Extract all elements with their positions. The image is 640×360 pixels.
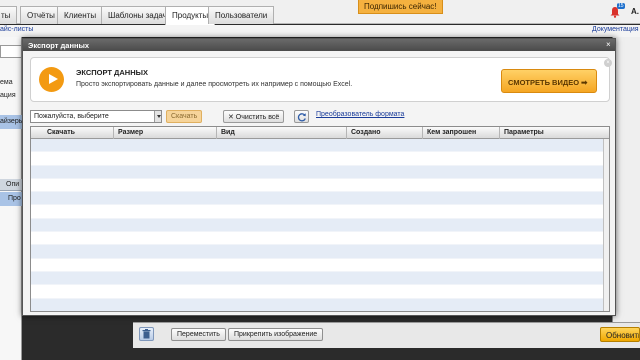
table-row <box>31 139 609 153</box>
table-row <box>31 285 609 299</box>
close-icon[interactable]: × <box>606 40 611 49</box>
table-row <box>31 298 609 311</box>
table-row <box>31 232 609 246</box>
bottom-toolbar: Переместить Прикрепить изображение <box>133 322 640 348</box>
column-requested-by[interactable]: Кем запрошен <box>423 127 500 139</box>
dialog-title: Экспорт данных <box>23 39 615 51</box>
documentation-link[interactable]: Документация <box>592 26 639 33</box>
clear-all-button[interactable]: ✕ Очистить всё <box>223 110 285 123</box>
export-type-select[interactable]: Пожалуйста, выберите <box>30 110 162 123</box>
play-icon[interactable] <box>39 67 64 92</box>
tab-task-templates[interactable]: Шаблоны задач <box>101 6 174 24</box>
left-table-header: Опи <box>0 179 22 191</box>
column-created[interactable]: Создано <box>347 127 423 139</box>
table-row <box>31 258 609 272</box>
attach-image-button[interactable]: Прикрепить изображение <box>228 328 324 341</box>
export-toolbar: Пожалуйста, выберите Скачать ✕ Очистить … <box>30 110 610 124</box>
table-row <box>31 271 609 286</box>
export-data-dialog: Экспорт данных × ЭКСПОРТ ДАННЫХ Просто э… <box>22 38 616 316</box>
tab-partial[interactable]: ты <box>0 6 18 24</box>
chevron-down-icon[interactable] <box>154 111 161 122</box>
table-row <box>31 178 609 193</box>
table-body <box>31 139 609 311</box>
table-scrollbar[interactable] <box>603 139 609 311</box>
table-row <box>31 152 609 166</box>
promo-close-icon[interactable]: × <box>604 59 612 67</box>
left-panel-input[interactable] <box>0 45 22 58</box>
move-button[interactable]: Переместить <box>171 328 226 341</box>
promo-banner: ЭКСПОРТ ДАННЫХ Просто экспортировать дан… <box>30 57 612 102</box>
price-lists-link[interactable]: айс-листы <box>0 26 33 33</box>
left-table-selected-row[interactable]: Про <box>0 192 22 206</box>
promo-heading: ЭКСПОРТ ДАННЫХ <box>76 68 148 77</box>
column-parameters[interactable]: Параметры <box>500 127 609 139</box>
left-panel-item[interactable]: ация <box>0 92 16 99</box>
subscribe-button[interactable]: Подпишись сейчас! <box>358 0 443 14</box>
table-row <box>31 192 609 206</box>
table-row <box>31 205 609 219</box>
refresh-list-button[interactable] <box>294 110 309 123</box>
top-navigation: ты Отчёты Клиенты Шаблоны задач Продукты… <box>0 0 640 25</box>
watch-video-button[interactable]: СМОТРЕТЬ ВИДЕО ➡ <box>501 69 597 93</box>
delete-button[interactable] <box>139 327 154 341</box>
download-button[interactable]: Скачать <box>166 110 203 123</box>
export-type-select-value: Пожалуйста, выберите <box>34 113 109 120</box>
table-row <box>31 218 609 233</box>
left-panel: ема ация айзеры Опи Про <box>0 37 24 360</box>
column-download[interactable]: Скачать <box>31 127 114 139</box>
notification-count-badge: 15 <box>617 3 625 9</box>
left-panel-item[interactable]: ема <box>0 79 13 86</box>
exports-table: Скачать Размер Вид Создано Кем запрошен … <box>30 126 610 312</box>
table-row <box>31 245 609 259</box>
refresh-button[interactable]: Обновить <box>600 327 640 342</box>
format-converter-link[interactable]: Преобразователь формата <box>316 111 404 118</box>
user-menu[interactable]: A. <box>631 7 639 16</box>
table-header: Скачать Размер Вид Создано Кем запрошен … <box>31 127 609 139</box>
trash-icon <box>142 329 151 339</box>
tab-reports[interactable]: Отчёты <box>20 6 62 24</box>
right-background-panel <box>612 37 640 324</box>
left-panel-selected-item[interactable]: айзеры <box>0 115 24 129</box>
table-row <box>31 165 609 179</box>
promo-description: Просто экспортировать данные и далее про… <box>76 81 353 88</box>
refresh-icon <box>297 113 306 122</box>
sub-navigation: айс-листы Документация <box>0 25 640 37</box>
column-type[interactable]: Вид <box>217 127 347 139</box>
tab-clients[interactable]: Клиенты <box>57 6 104 24</box>
column-size[interactable]: Размер <box>114 127 217 139</box>
tab-users[interactable]: Пользователи <box>208 6 275 24</box>
